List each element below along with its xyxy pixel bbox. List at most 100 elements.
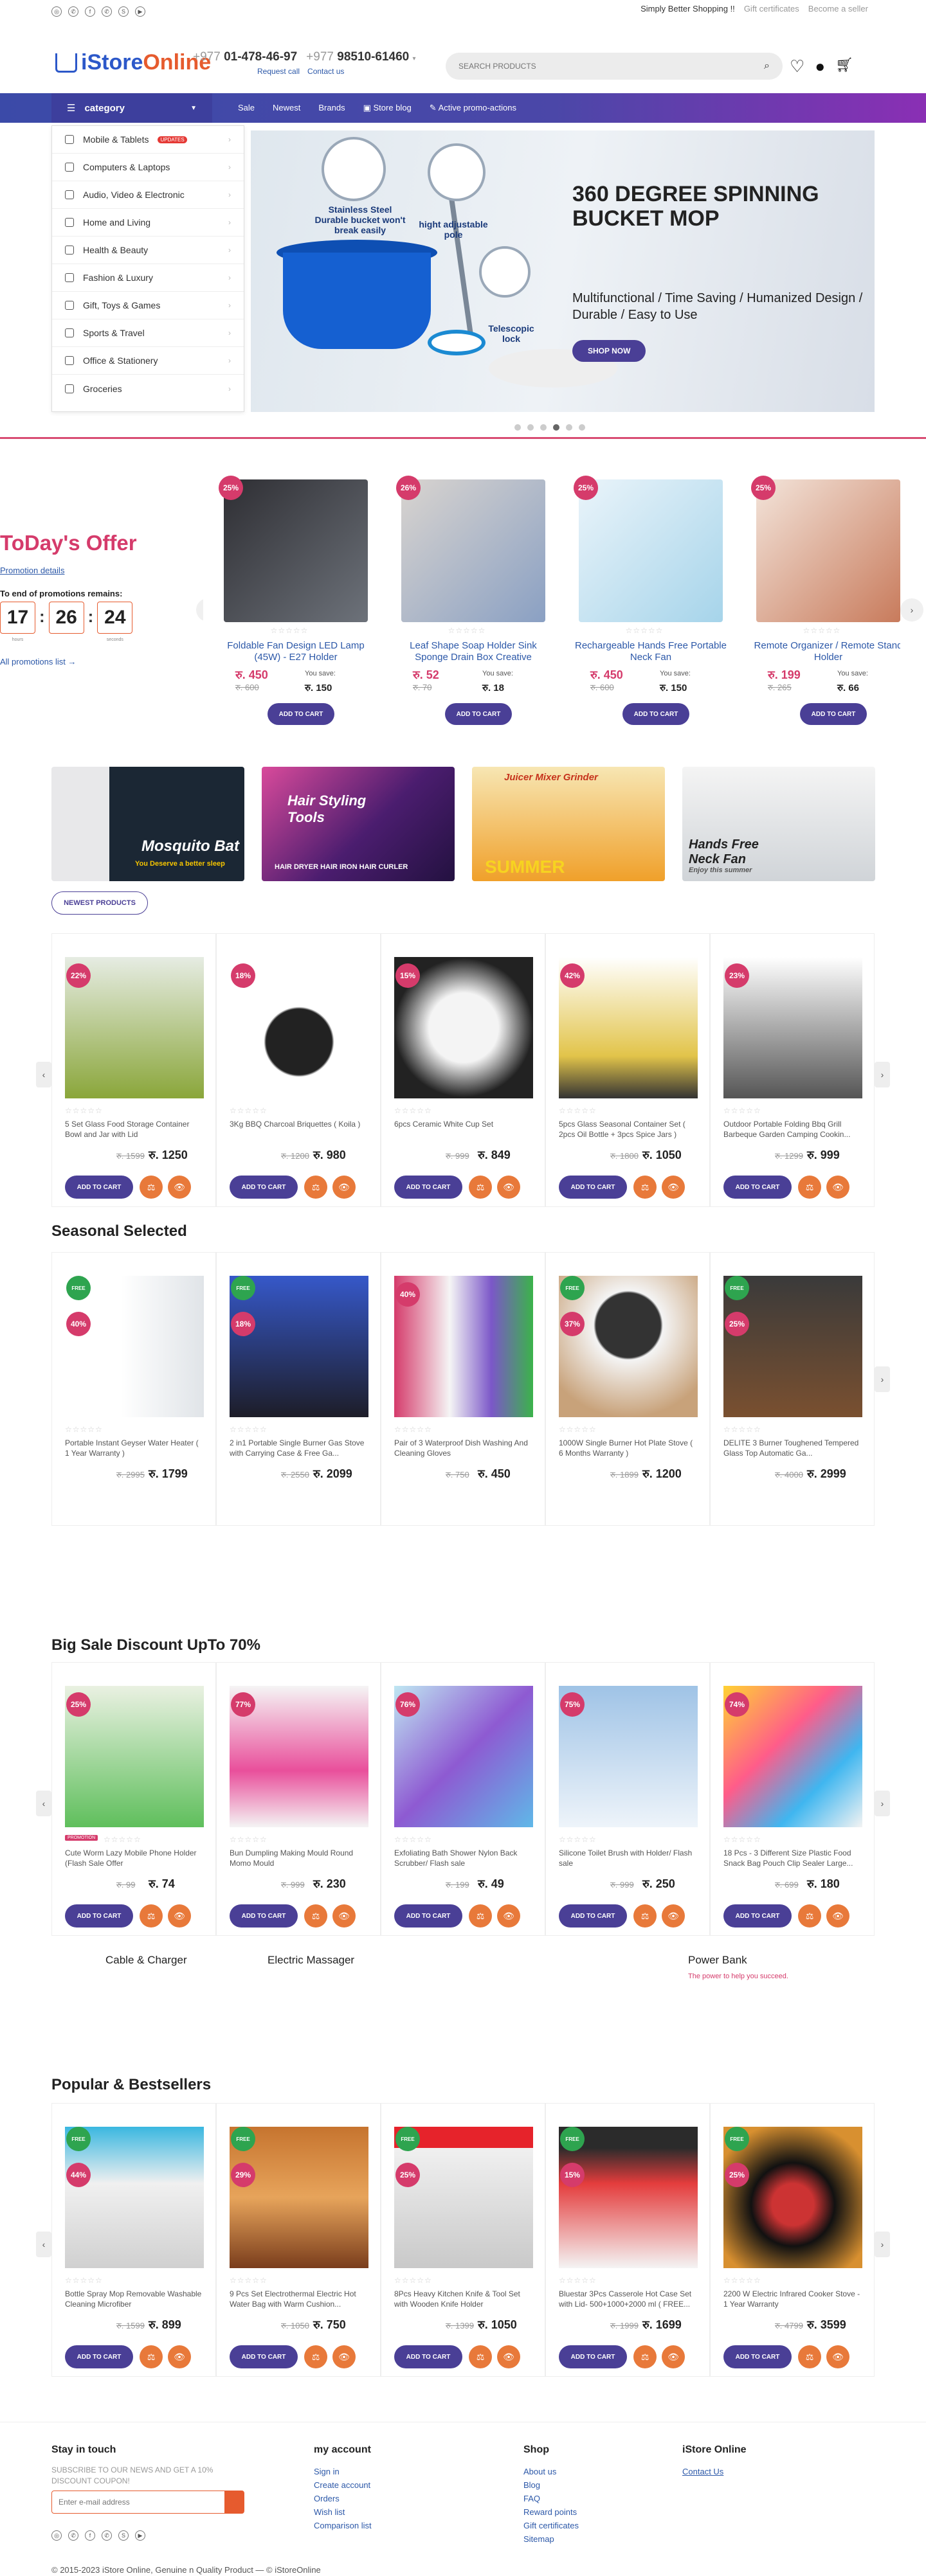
slider-dot[interactable]: [527, 424, 534, 431]
compare-icon[interactable]: ⚖: [304, 1176, 327, 1199]
facebook-icon[interactable]: f: [85, 2530, 95, 2541]
product-name[interactable]: 5pcs Glass Seasonal Container Set ( 2pcs…: [559, 1119, 698, 1140]
product-name[interactable]: Silicone Toilet Brush with Holder/ Flash…: [559, 1848, 698, 1868]
category-audio-video[interactable]: Audio, Video & Electronic ›: [52, 181, 244, 209]
product-image[interactable]: [224, 479, 368, 622]
compare-icon[interactable]: ⚖: [140, 1176, 163, 1199]
add-to-cart-button[interactable]: ADD TO CART: [230, 1176, 298, 1199]
category-groceries[interactable]: Groceries ›: [52, 375, 244, 402]
quick-view-eye-icon[interactable]: 👁︎: [497, 2345, 520, 2368]
category-sports-travel[interactable]: Sports & Travel ›: [52, 319, 244, 347]
footer-link-contact[interactable]: Contact Us: [682, 2465, 747, 2478]
quick-view-eye-icon[interactable]: 👁︎: [332, 2345, 356, 2368]
product-name[interactable]: Remote Organizer / Remote Stand Holder: [749, 640, 900, 663]
compare-icon[interactable]: ⚖: [633, 2345, 657, 2368]
account-icon[interactable]: ●: [815, 57, 825, 76]
quick-view-eye-icon[interactable]: 👁︎: [826, 1176, 849, 1199]
product-card[interactable]: 77% ☆☆☆☆☆ Bun Dumpling Making Mould Roun…: [216, 1662, 381, 1936]
offer-card[interactable]: 25% ☆☆☆☆☆ Rechargeable Hands Free Portab…: [558, 469, 731, 739]
product-card[interactable]: 76% ☆☆☆☆☆ Exfoliating Bath Shower Nylon …: [381, 1662, 545, 1936]
product-image[interactable]: [756, 479, 900, 622]
category-home-living[interactable]: Home and Living ›: [52, 209, 244, 237]
category-link-power-bank[interactable]: Power Bank: [688, 1954, 747, 1967]
product-name[interactable]: 5 Set Glass Food Storage Container Bowl …: [65, 1119, 204, 1140]
category-computers[interactable]: Computers & Laptops ›: [52, 154, 244, 181]
nav-newest[interactable]: Newest: [273, 103, 300, 113]
add-to-cart-button[interactable]: ADD TO CART: [559, 1904, 627, 1928]
contact-us-link[interactable]: Contact us: [307, 67, 344, 76]
quick-view-eye-icon[interactable]: 👁︎: [662, 2345, 685, 2368]
facebook-icon[interactable]: f: [85, 6, 95, 17]
carousel-prev-arrow[interactable]: ‹: [36, 1791, 51, 1816]
add-to-cart-button[interactable]: ADD TO CART: [394, 1904, 462, 1928]
product-name[interactable]: Portable Instant Geyser Water Heater ( 1…: [65, 1438, 204, 1458]
product-image[interactable]: [401, 479, 545, 622]
product-card[interactable]: FREE 15% ☆☆☆☆☆ Bluestar 3Pcs Casserole H…: [545, 2103, 710, 2377]
product-name[interactable]: 3Kg BBQ Charcoal Briquettes ( Koila ): [230, 1119, 368, 1140]
add-to-cart-button[interactable]: ADD TO CART: [65, 1176, 133, 1199]
logo[interactable]: iStoreOnline: [55, 50, 211, 75]
all-promotions-link[interactable]: All promotions list →: [0, 657, 76, 666]
add-to-cart-button[interactable]: ADD TO CART: [445, 703, 512, 725]
carousel-prev-arrow[interactable]: ‹: [36, 1062, 51, 1087]
product-name[interactable]: DELITE 3 Burner Toughened Tempered Glass…: [723, 1438, 862, 1458]
nav-store-blog[interactable]: ▣ Store blog: [363, 103, 412, 113]
product-name[interactable]: Bun Dumpling Making Mould Round Momo Mou…: [230, 1848, 368, 1868]
product-name[interactable]: 1000W Single Burner Hot Plate Stove ( 6 …: [559, 1438, 698, 1458]
category-health-beauty[interactable]: Health & Beauty ›: [52, 237, 244, 264]
add-to-cart-button[interactable]: ADD TO CART: [268, 703, 334, 725]
category-fashion[interactable]: Fashion & Luxury ›: [52, 264, 244, 292]
category-gift-toys[interactable]: Gift, Toys & Games ›: [52, 292, 244, 319]
viber-icon[interactable]: ✆: [102, 2530, 112, 2541]
add-to-cart-button[interactable]: ADD TO CART: [723, 1904, 792, 1928]
footer-link-faq[interactable]: FAQ: [523, 2492, 579, 2505]
product-name[interactable]: 6pcs Ceramic White Cup Set: [394, 1119, 533, 1140]
compare-icon[interactable]: ⚖: [469, 1176, 492, 1199]
add-to-cart-button[interactable]: ADD TO CART: [394, 2345, 462, 2368]
carousel-prev-arrow[interactable]: ‹: [36, 2232, 51, 2257]
compare-icon[interactable]: ⚖: [633, 1904, 657, 1928]
carousel-next-arrow[interactable]: ›: [875, 1062, 890, 1087]
footer-link-about[interactable]: About us: [523, 2465, 579, 2478]
offer-card[interactable]: 25% ☆☆☆☆☆ Foldable Fan Design LED Lamp (…: [203, 469, 376, 739]
product-name[interactable]: 18 Pcs - 3 Different Size Plastic Food S…: [723, 1848, 862, 1868]
add-to-cart-button[interactable]: ADD TO CART: [559, 1176, 627, 1199]
product-name[interactable]: Bottle Spray Mop Removable Washable Clea…: [65, 2289, 204, 2309]
compare-icon[interactable]: ⚖: [469, 2345, 492, 2368]
request-call-link[interactable]: Request call: [257, 67, 300, 76]
footer-link-comparison[interactable]: Comparison list: [314, 2519, 372, 2532]
skype-icon[interactable]: S: [118, 6, 129, 17]
product-card[interactable]: 18% ☆☆☆☆☆ 3Kg BBQ Charcoal Briquettes ( …: [216, 933, 381, 1207]
product-card[interactable]: FREE 29% ☆☆☆☆☆ 9 Pcs Set Electrothermal …: [216, 2103, 381, 2377]
product-card[interactable]: FREE 25% ☆☆☆☆☆ DELITE 3 Burner Toughened…: [710, 1252, 875, 1526]
compare-icon[interactable]: ⚖: [798, 1904, 821, 1928]
promo-banner-mosquito-bat[interactable]: Mosquito Bat You Deserve a better sleep: [51, 767, 244, 881]
category-link-cable-charger[interactable]: Cable & Charger: [105, 1954, 187, 1967]
nav-sale[interactable]: Sale: [238, 103, 255, 113]
product-card[interactable]: 40% ☆☆☆☆☆ Pair of 3 Waterproof Dish Wash…: [381, 1252, 545, 1526]
whatsapp-icon[interactable]: ✆: [68, 6, 78, 17]
product-name[interactable]: 8Pcs Heavy Kitchen Knife & Tool Set with…: [394, 2289, 533, 2309]
product-card[interactable]: FREE 25% ☆☆☆☆☆ 2200 W Electric Infrared …: [710, 2103, 875, 2377]
become-seller-link[interactable]: Become a seller: [808, 4, 868, 13]
chevron-down-icon[interactable]: ▾: [413, 55, 416, 62]
offer-card[interactable]: 26% ☆☆☆☆☆ Leaf Shape Soap Holder Sink Sp…: [381, 469, 553, 739]
product-name[interactable]: 2 in1 Portable Single Burner Gas Stove w…: [230, 1438, 368, 1458]
quick-view-eye-icon[interactable]: 👁︎: [332, 1176, 356, 1199]
footer-link-reward-points[interactable]: Reward points: [523, 2505, 579, 2519]
compare-icon[interactable]: ⚖: [140, 1904, 163, 1928]
product-name[interactable]: Rechargeable Hands Free Portable Neck Fa…: [571, 640, 731, 663]
carousel-next-arrow[interactable]: ›: [875, 1366, 890, 1392]
youtube-icon[interactable]: ▶: [135, 2530, 145, 2541]
product-card[interactable]: 25% PROMOTION ☆☆☆☆☆ Cute Worm Lazy Mobil…: [51, 1662, 216, 1936]
youtube-icon[interactable]: ▶: [135, 6, 145, 17]
footer-link-create-account[interactable]: Create account: [314, 2478, 372, 2492]
add-to-cart-button[interactable]: ADD TO CART: [65, 2345, 133, 2368]
instagram-icon[interactable]: ◎: [51, 6, 62, 17]
promo-banner-neck-fan[interactable]: Hands Free Neck Fan Enjoy this summer: [682, 767, 875, 881]
quick-view-eye-icon[interactable]: 👁︎: [497, 1176, 520, 1199]
slider-dot[interactable]: [579, 424, 585, 431]
promotion-details-link[interactable]: Promotion details: [0, 566, 64, 575]
product-name[interactable]: Outdoor Portable Folding Bbq Grill Barbe…: [723, 1119, 862, 1140]
subscribe-button[interactable]: [224, 2491, 244, 2514]
